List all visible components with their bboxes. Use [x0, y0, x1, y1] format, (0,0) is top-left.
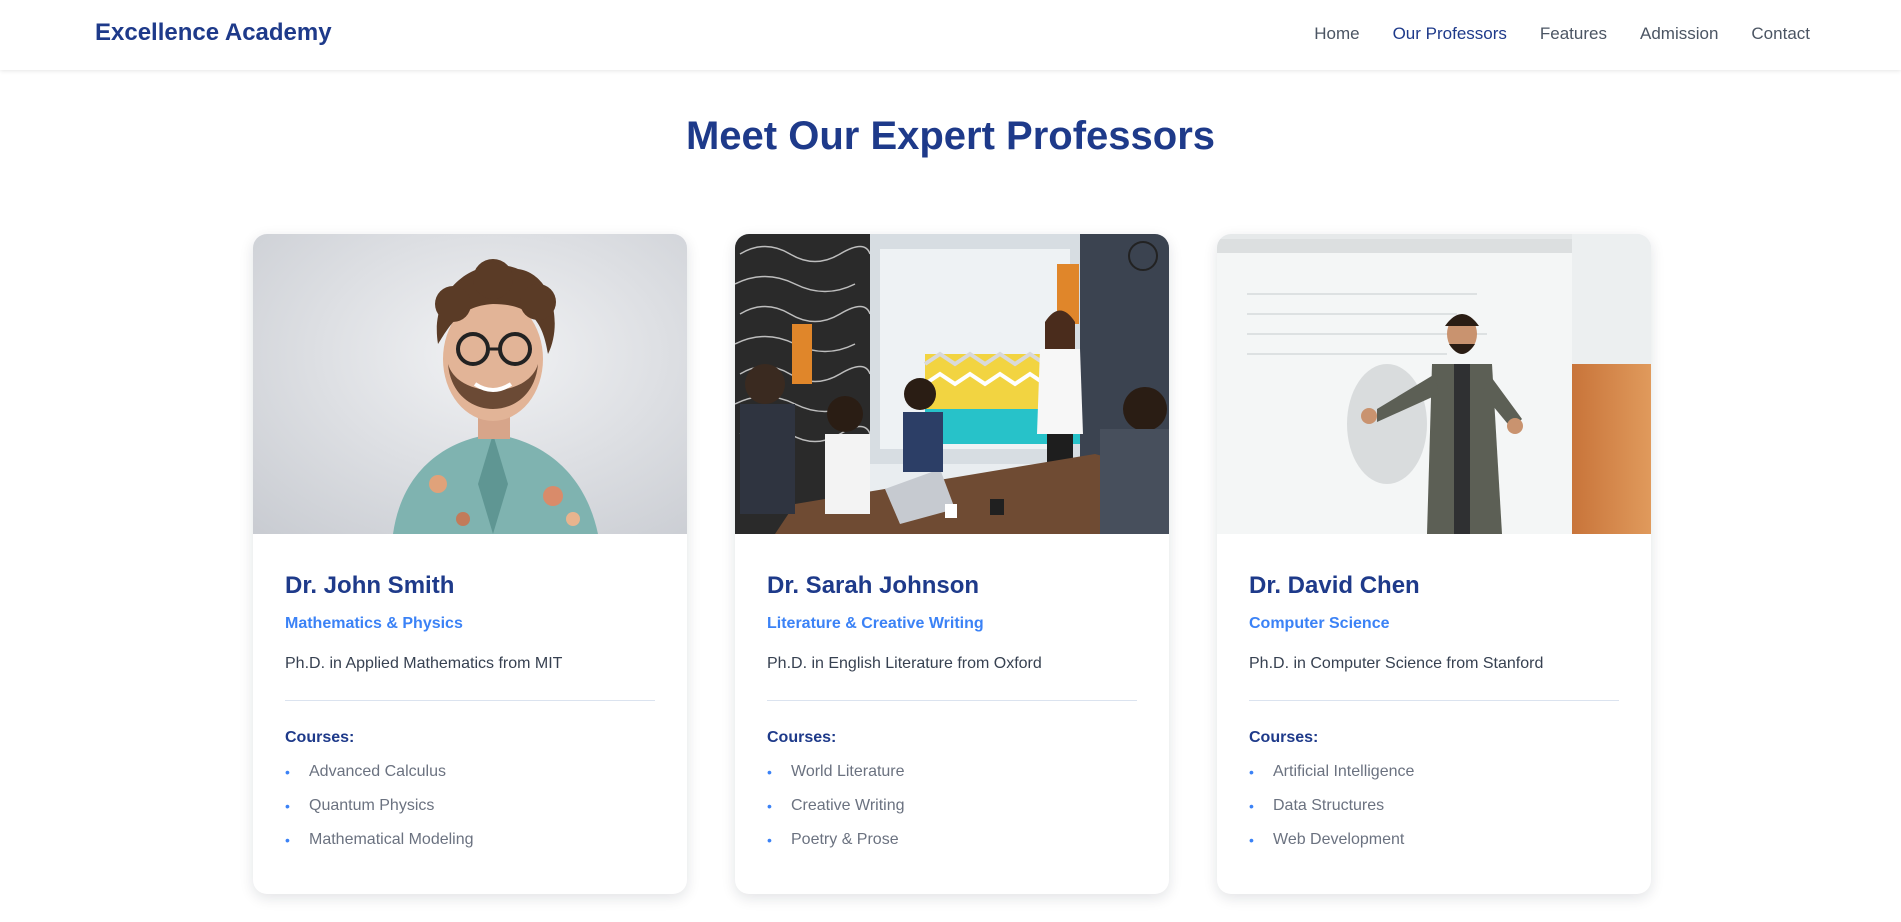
course-name: Data Structures [1273, 796, 1385, 814]
professor-card: Dr. Sarah Johnson Literature & Creative … [735, 234, 1169, 894]
professor-department: Computer Science [1249, 614, 1390, 632]
nav-link-our-professors[interactable]: Our Professors [1393, 24, 1507, 43]
bullet-icon: • [285, 763, 290, 780]
nav-link-admission[interactable]: Admission [1640, 24, 1718, 43]
professor-cards: Dr. John Smith Mathematics & Physics Ph.… [253, 234, 1651, 894]
nav-link-contact[interactable]: Contact [1751, 24, 1810, 43]
nav-link-features[interactable]: Features [1540, 24, 1607, 43]
professor-name: Dr. David Chen [1249, 572, 1420, 599]
professor-photo [253, 234, 687, 534]
card-body: Dr. John Smith Mathematics & Physics Ph.… [253, 534, 687, 857]
course-list: • Artificial Intelligence • Data Structure… [1249, 755, 1619, 857]
lecturer-image [1217, 234, 1651, 534]
nav-link-home[interactable]: Home [1314, 24, 1359, 43]
classroom-image [735, 234, 1169, 534]
course-name: Web Development [1273, 830, 1405, 848]
professor-card: Dr. David Chen Computer Science Ph.D. in… [1217, 234, 1651, 894]
professor-photo [735, 234, 1169, 534]
course-item: • Poetry & Prose [767, 823, 1137, 857]
divider [285, 699, 655, 701]
bullet-icon: • [767, 763, 772, 780]
bullet-icon: • [1249, 797, 1254, 814]
professor-department: Literature & Creative Writing [767, 614, 984, 632]
bullet-icon: • [767, 831, 772, 848]
course-name: Creative Writing [791, 796, 905, 814]
course-name: Quantum Physics [309, 796, 435, 814]
course-list: • Advanced Calculus • Quantum Physics • Mat… [285, 755, 655, 857]
course-name: Mathematical Modeling [309, 830, 474, 848]
card-body: Dr. David Chen Computer Science Ph.D. in… [1217, 534, 1651, 857]
professor-degree: Ph.D. in English Literature from Oxford [767, 654, 1042, 672]
course-item: • Web Development [1249, 823, 1619, 857]
brand-logo[interactable]: Excellence Academy [95, 19, 332, 47]
professor-degree: Ph.D. in Applied Mathematics from MIT [285, 654, 563, 672]
course-item: • World Literature [767, 755, 1137, 789]
navbar: Excellence Academy Home Our Professors F… [0, 0, 1901, 70]
course-item: • Artificial Intelligence [1249, 755, 1619, 789]
course-name: World Literature [791, 762, 905, 780]
bullet-icon: • [1249, 763, 1254, 780]
bullet-icon: • [285, 831, 290, 848]
course-list: • World Literature • Creative Writing • Poe… [767, 755, 1137, 857]
course-name: Artificial Intelligence [1273, 762, 1415, 780]
course-item: • Quantum Physics [285, 789, 655, 823]
course-item: • Data Structures [1249, 789, 1619, 823]
nav-links: Home Our Professors Features Admission C… [1314, 24, 1810, 44]
card-body: Dr. Sarah Johnson Literature & Creative … [735, 534, 1169, 857]
course-item: • Advanced Calculus [285, 755, 655, 789]
courses-label: Courses: [767, 728, 837, 746]
course-name: Poetry & Prose [791, 830, 899, 848]
professor-name: Dr. Sarah Johnson [767, 572, 980, 599]
professor-department: Mathematics & Physics [285, 614, 463, 632]
divider [1249, 699, 1619, 701]
portrait-image [253, 234, 687, 534]
courses-label: Courses: [1249, 728, 1319, 746]
professor-card: Dr. John Smith Mathematics & Physics Ph.… [253, 234, 687, 894]
professor-name: Dr. John Smith [285, 572, 455, 599]
course-item: • Mathematical Modeling [285, 823, 655, 857]
bullet-icon: • [285, 797, 290, 814]
professor-degree: Ph.D. in Computer Science from Stanford [1249, 654, 1544, 672]
bullet-icon: • [767, 797, 772, 814]
course-item: • Creative Writing [767, 789, 1137, 823]
section-title: Meet Our Expert Professors [685, 114, 1216, 158]
bullet-icon: • [1249, 831, 1254, 848]
professor-photo [1217, 234, 1651, 534]
divider [767, 699, 1137, 701]
courses-label: Courses: [285, 728, 355, 746]
course-name: Advanced Calculus [309, 762, 446, 780]
